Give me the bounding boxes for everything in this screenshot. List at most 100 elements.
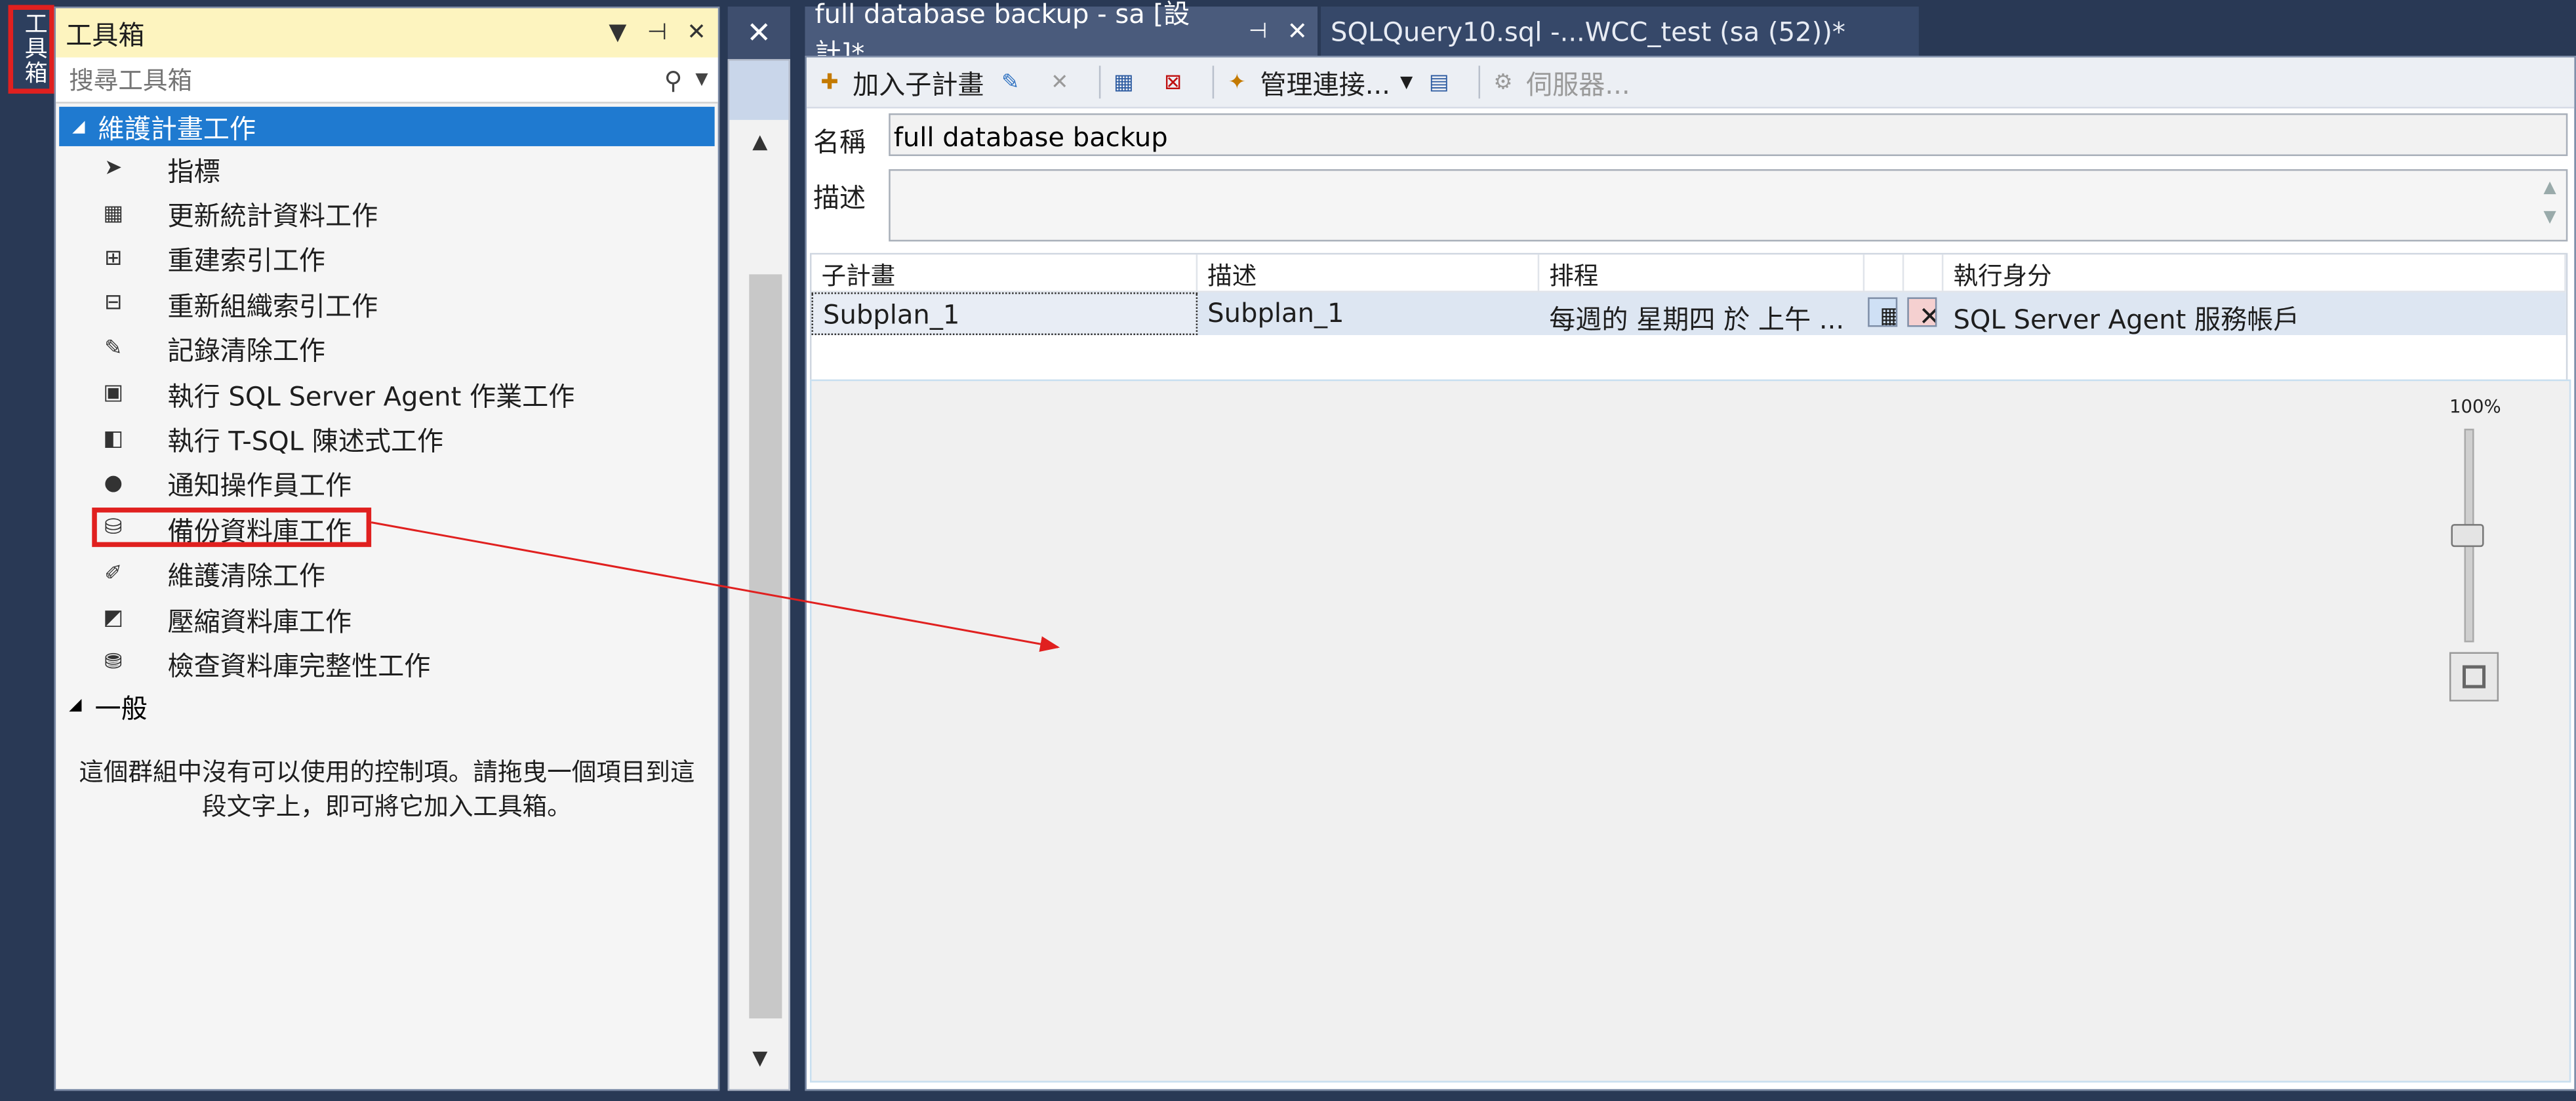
pin-icon[interactable]: ⊣ [1249,19,1267,44]
maintenance-cleanup-icon: ✐ [104,561,123,586]
servers-button[interactable]: ⚙ 伺服器... [1487,62,1630,102]
column-header [1904,254,1944,291]
servers-icon: ⚙ [1493,70,1513,95]
toolbox-item-pointer[interactable]: ➤ 指標 [56,146,718,191]
scroll-down-icon[interactable]: ▼ [752,1047,767,1070]
remove-schedule-cell[interactable]: ✕ [1904,292,1943,335]
delete-icon: ✕ [1051,70,1069,95]
toolbox-item-tsql[interactable]: ◧ 執行 T-SQL 陳述式工作 [56,416,718,462]
toolbox-item-label: 執行 T-SQL 陳述式工作 [167,425,444,457]
table-row[interactable]: Subplan_1 Subplan_1 每週的 星期四 於 上午 ... ▦ ✕… [811,292,2566,336]
design-surface[interactable] [809,379,2571,1083]
check-integrity-icon: ⛃ [104,651,123,676]
toolbox-panel: 工具箱 ▼ ⊣ ✕ ⚲ ▼ ◢ 維護計畫工作 ➤ 指標 ▦ 更新統計資料工作 ⊞… [54,7,720,1091]
plan-designer: ✚ 加入子計畫 ✎ ✕ ▦ ⊠ ✦ 管理連接... ▼ ▤ ⚙ 伺服器... 名… [805,56,2576,1091]
schedule-cell[interactable]: 每週的 星期四 於 上午 ... [1539,292,1864,335]
tab-maintenance-plan[interactable]: full database backup - sa [設計]* ⊣ ✕ [805,0,1318,69]
category-general[interactable]: ◢ 一般 [56,686,718,725]
column-header[interactable]: 子計畫 [811,254,1198,291]
zoom-to-fit-button[interactable] [2449,652,2499,702]
toolbox-item-label: 壓縮資料庫工作 [167,605,352,637]
toolbox-item-backup-database[interactable]: ⛁ 備份資料庫工作 [56,506,718,551]
toolbox-side-tab[interactable]: 工具箱 [8,5,54,94]
toolbox-item-history-cleanup[interactable]: ✎ 記錄清除工作 [56,326,718,371]
scroll-up-icon[interactable]: ▲ [752,130,767,153]
close-icon[interactable]: ✕ [727,7,790,60]
reorganize-index-icon: ⊟ [104,291,123,316]
edit-icon: ✎ [1001,70,1020,95]
agent-job-icon: ▣ [103,381,124,407]
toolbox-item-agent-job[interactable]: ▣ 執行 SQL Server Agent 作業工作 [56,371,718,416]
reporting-button[interactable]: ▤ [1422,68,1462,97]
toolbox-item-maintenance-cleanup[interactable]: ✐ 維護清除工作 [56,551,718,596]
subplan-grid: 子計畫 描述 排程 執行身分 Subplan_1 Subplan_1 每週的 星… [809,252,2568,382]
search-options-dropdown-icon[interactable]: ▼ [695,71,708,89]
edit-subplan-button[interactable]: ✎ [994,68,1034,97]
dropdown-icon[interactable]: ▼ [606,20,629,46]
description-row: 描述 ▲ ▼ [807,165,2574,247]
history-cleanup-icon: ✎ [104,336,123,361]
dropdown-icon[interactable]: ▼ [1400,73,1413,91]
side-pane: ▲ ▼ [727,59,790,1091]
column-header[interactable]: 排程 [1539,254,1865,291]
column-header[interactable]: 執行身分 [1943,254,2566,291]
add-subplan-label: 加入子計畫 [853,69,984,100]
description-cell[interactable]: Subplan_1 [1197,292,1539,335]
column-header [1864,254,1904,291]
schedule-calendar-cell[interactable]: ▦ [1864,292,1904,335]
toolbox-item-shrink-database[interactable]: ◩ 壓縮資料庫工作 [56,596,718,641]
toolbox-item-update-statistics[interactable]: ▦ 更新統計資料工作 [56,191,718,237]
description-label: 描述 [813,182,866,214]
name-label: 名稱 [813,126,866,158]
collapse-triangle-icon[interactable]: ◢ [69,697,81,715]
grid-header: 子計畫 描述 排程 執行身分 [811,254,2566,292]
name-field[interactable]: full database backup [889,113,2568,156]
category-label: 一般 [94,692,148,724]
toolbox-item-check-integrity[interactable]: ⛃ 檢查資料庫完整性工作 [56,641,718,687]
add-subplan-icon: ✚ [820,70,839,95]
toolbox-item-label: 記錄清除工作 [167,335,326,367]
category-label: 維護計畫工作 [98,113,256,145]
pin-icon[interactable]: ⊣ [645,20,668,46]
tab-label: SQLQuery10.sql -...WCC_test (sa (52))* [1331,15,1845,47]
remove-schedule-button[interactable]: ⊠ [1157,68,1196,97]
subplan-schedule-button[interactable]: ▦ [1107,68,1146,97]
close-icon[interactable]: ✕ [1287,16,1308,46]
search-icon[interactable]: ⚲ [664,65,683,94]
toolbox-item-label: 維護清除工作 [167,560,326,592]
toolbox-item-label: 檢查資料庫完整性工作 [167,650,431,682]
subplan-cell[interactable]: Subplan_1 [811,292,1198,336]
scrollbar-thumb[interactable] [749,274,782,1019]
calendar-icon: ▦ [1114,70,1134,95]
remove-schedule-icon[interactable]: ✕ [1907,297,1937,327]
description-scroll-icon[interactable]: ▲ ▼ [2543,174,2556,233]
servers-label: 伺服器... [1526,69,1630,100]
toolbox-title: 工具箱 [66,20,145,51]
close-icon[interactable]: ✕ [685,20,708,46]
toolbox-item-rebuild-index[interactable]: ⊞ 重建索引工作 [56,236,718,281]
manage-connections-button[interactable]: ✦ 管理連接... [1220,62,1390,102]
description-field[interactable]: ▲ ▼ [889,169,2568,242]
tsql-icon: ◧ [103,426,124,451]
category-maintenance-tasks[interactable]: ◢ 維護計畫工作 [59,106,715,146]
rebuild-index-icon: ⊞ [104,246,123,271]
calendar-icon[interactable]: ▦ [1868,297,1898,327]
toolbox-item-label: 執行 SQL Server Agent 作業工作 [167,380,575,412]
delete-button[interactable]: ✕ [1043,68,1083,97]
toolbox-side-tab-label: 工具箱 [21,11,48,86]
toolbox-search-input[interactable] [66,63,664,96]
add-subplan-button[interactable]: ✚ 加入子計畫 [813,62,984,102]
zoom-slider-thumb[interactable] [2451,524,2484,548]
toolbox-item-reorganize-index[interactable]: ⊟ 重新組織索引工作 [56,281,718,327]
collapse-triangle-icon[interactable]: ◢ [72,117,85,136]
toolbox-item-label: 重建索引工作 [167,245,326,277]
toolbar-separator [1212,66,1215,99]
toolbox-item-notify-operator[interactable]: ● 通知操作員工作 [56,461,718,506]
toolbar-separator [1098,66,1101,99]
tab-sql-query[interactable]: SQLQuery10.sql -...WCC_test (sa (52))* [1321,7,1919,56]
run-as-cell[interactable]: SQL Server Agent 服務帳戶 [1943,292,2566,335]
manage-connections-label: 管理連接... [1260,69,1390,100]
toolbox-item-label: 通知操作員工作 [167,470,352,502]
column-header[interactable]: 描述 [1197,254,1540,291]
designer-toolbar: ✚ 加入子計畫 ✎ ✕ ▦ ⊠ ✦ 管理連接... ▼ ▤ ⚙ 伺服器... [806,57,2575,109]
